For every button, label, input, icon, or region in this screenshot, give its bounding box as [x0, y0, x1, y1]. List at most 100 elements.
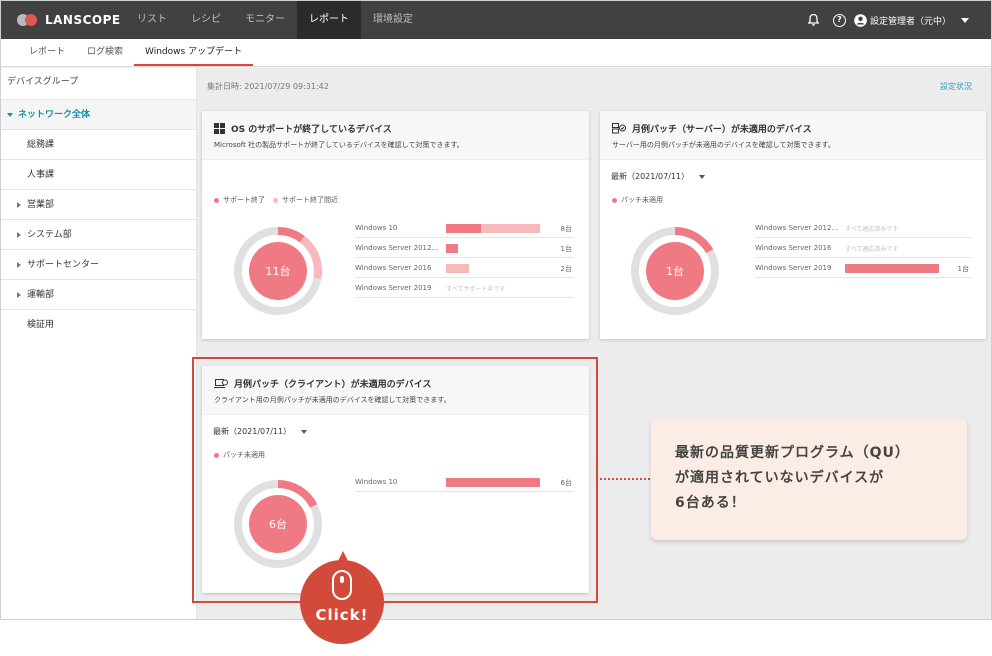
- windows-icon: [214, 123, 225, 134]
- legend-item: サポート終了: [214, 195, 265, 205]
- nav-item-monitor[interactable]: モニター: [233, 1, 297, 39]
- device-rows: Windows Server 2012... すべて適応済みです Windows…: [755, 218, 971, 278]
- mouse-wheel-icon: [340, 576, 344, 583]
- sidebar-item-transport[interactable]: 運輸部: [1, 280, 196, 310]
- caret-right-icon: [17, 292, 21, 298]
- sidebar-item-general-affairs[interactable]: 総務課: [1, 130, 196, 160]
- row-count: 1台: [560, 245, 572, 253]
- help-icon[interactable]: ?: [832, 13, 846, 27]
- donut-total: 11台: [266, 264, 291, 278]
- sidebar-item-system[interactable]: システム部: [1, 220, 196, 250]
- card-header: OS のサポートが終了しているデバイス Microsoft 社の製品サポートが終…: [202, 111, 589, 160]
- bell-icon[interactable]: [807, 14, 819, 26]
- card-header: 月例パッチ（サーバー）が未適用のデバイス サーバー用の月例パッチが未適用のデバイ…: [600, 111, 986, 160]
- donut-chart: 1台: [631, 227, 719, 315]
- badge-pointer: [338, 551, 348, 561]
- row-count: 8台: [560, 225, 572, 233]
- row-note: すべて適応済みです: [845, 246, 899, 253]
- dropdown-value: 最新（2021/07/11）: [611, 172, 690, 181]
- sidebar-item-network-all[interactable]: ネットワーク全体: [1, 100, 196, 130]
- bar-ending-soon: [481, 224, 540, 233]
- patch-date-dropdown[interactable]: 最新（2021/07/11）: [611, 171, 706, 182]
- card-description: サーバー用の月例パッチが未適用のデバイスを確認して対策できます。: [612, 141, 835, 149]
- nav-item-report[interactable]: レポート: [297, 1, 361, 39]
- row-label: Windows Server 2012...: [755, 224, 839, 232]
- mouse-icon: [332, 570, 352, 600]
- legend-dot-icon: [214, 197, 219, 203]
- sidebar-item-support-center[interactable]: サポートセンター: [1, 250, 196, 280]
- callout-connector: [600, 478, 650, 480]
- click-badge[interactable]: Click!: [300, 551, 384, 644]
- legend: パッチ未適用: [612, 195, 671, 205]
- legend-dot-icon: [273, 197, 278, 203]
- row-label: Windows Server 2016: [755, 244, 832, 252]
- tab-report[interactable]: レポート: [18, 39, 76, 66]
- card-title: OS のサポートが終了しているデバイス: [214, 122, 577, 135]
- device-rows: Windows 10 8台 Windows Server 2012... 1台 …: [355, 218, 574, 298]
- nav-right: ? 設定管理者（元中）: [794, 1, 991, 39]
- brand-name: LANSCOPE: [45, 13, 121, 27]
- settings-status-link[interactable]: 設定状況: [940, 81, 972, 92]
- row-label: Windows Server 2019: [355, 284, 432, 292]
- callout-line: 最新の品質更新プログラム（QU）: [675, 445, 910, 461]
- caret-right-icon: [17, 202, 21, 208]
- callout-box: 最新の品質更新プログラム（QU） が適用されていないデバイスが 6台ある！: [651, 419, 967, 540]
- table-row[interactable]: Windows Server 2016 2台: [355, 258, 574, 278]
- sidebar-item-label: サポートセンター: [27, 260, 100, 270]
- user-name: 設定管理者（元中）: [869, 16, 951, 27]
- caret-down-icon: [7, 112, 13, 117]
- sidebar-item-label: 運輸部: [27, 290, 55, 300]
- card-title: 月例パッチ（サーバー）が未適用のデバイス: [612, 122, 974, 135]
- nav-item-settings[interactable]: 環境設定: [361, 1, 425, 39]
- card-server-patch[interactable]: 月例パッチ（サーバー）が未適用のデバイス サーバー用の月例パッチが未適用のデバイ…: [600, 111, 986, 339]
- sidebar-item-label: 人事課: [27, 170, 55, 180]
- row-note: すべてサポート中です: [446, 286, 506, 293]
- aggregated-timestamp: 集計日時: 2021/07/29 09:31:42: [207, 82, 329, 91]
- legend-item: サポート終了間近: [273, 195, 338, 205]
- legend-label: サポート終了: [223, 196, 265, 204]
- row-label: Windows Server 2012...: [355, 244, 439, 252]
- sidebar-item-hr[interactable]: 人事課: [1, 160, 196, 190]
- sidebar-item-sales[interactable]: 営業部: [1, 190, 196, 220]
- nav-item-list[interactable]: リスト: [125, 1, 179, 39]
- legend-dot-icon: [612, 197, 617, 203]
- callout-line: が適用されていないデバイスが: [675, 470, 885, 486]
- server-patch-icon: [612, 123, 626, 134]
- row-label: Windows Server 2019: [755, 264, 832, 272]
- caret-right-icon: [17, 232, 21, 238]
- tab-windows-update[interactable]: Windows アップデート: [134, 39, 254, 66]
- sidebar-item-verification[interactable]: 検証用: [1, 310, 196, 340]
- card-os-support[interactable]: OS のサポートが終了しているデバイス Microsoft 社の製品サポートが終…: [202, 111, 589, 339]
- card-title-text: 月例パッチ（サーバー）が未適用のデバイス: [632, 125, 812, 135]
- row-note: すべて適応済みです: [845, 226, 899, 233]
- nav-item-recipe[interactable]: レシピ: [179, 1, 233, 39]
- card-title-text: OS のサポートが終了しているデバイス: [231, 125, 392, 135]
- sub-nav: レポート ログ検索 Windows アップデート: [1, 39, 991, 67]
- sidebar-heading: デバイスグループ: [1, 68, 196, 100]
- sidebar-item-label: 営業部: [27, 200, 55, 210]
- legend-label: パッチ未適用: [621, 196, 663, 204]
- callout-line: 6台ある！: [675, 495, 746, 511]
- help-glyph: ?: [832, 13, 846, 27]
- row-count: 1台: [957, 265, 969, 273]
- bar-ended: [446, 224, 481, 233]
- table-row[interactable]: Windows 10 8台: [355, 218, 574, 238]
- lanscope-logo[interactable]: LANSCOPE: [1, 1, 125, 39]
- table-row[interactable]: Windows Server 2012... 1台: [355, 238, 574, 258]
- table-row[interactable]: Windows Server 2012... すべて適応済みです: [755, 218, 971, 238]
- user-menu[interactable]: 設定管理者（元中）: [854, 13, 969, 27]
- sidebar-item-label: システム部: [27, 230, 72, 240]
- chevron-down-icon: [699, 174, 706, 179]
- logo-mark-icon: [17, 14, 41, 26]
- top-nav: LANSCOPE リスト レシピ モニター レポート 環境設定 ? 設定管理者（…: [1, 1, 991, 39]
- highlight-frame: [192, 357, 598, 603]
- table-row[interactable]: Windows Server 2019 すべてサポート中です: [355, 278, 574, 298]
- table-row[interactable]: Windows Server 2019 1台: [755, 258, 971, 278]
- table-row[interactable]: Windows Server 2016 すべて適応済みです: [755, 238, 971, 258]
- bar-ended: [446, 244, 458, 253]
- sidebar: デバイスグループ ネットワーク全体 総務課 人事課 営業部 システム部 サポート…: [1, 68, 197, 619]
- tab-log-search[interactable]: ログ検索: [76, 39, 134, 66]
- click-label: Click!: [315, 606, 369, 624]
- legend: サポート終了 サポート終了間近: [214, 195, 346, 205]
- sidebar-item-label: ネットワーク全体: [18, 110, 91, 120]
